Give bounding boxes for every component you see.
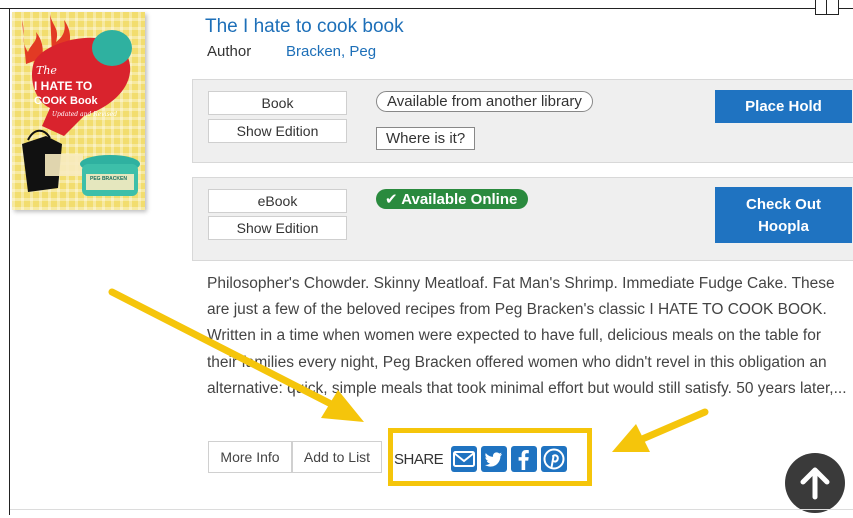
- add-to-list-button[interactable]: Add to List: [292, 441, 382, 473]
- more-info-button[interactable]: More Info: [208, 441, 292, 473]
- frame-left-border: [9, 8, 10, 515]
- check-out-hoopla-button[interactable]: Check Out Hoopla: [715, 187, 852, 243]
- pinterest-icon[interactable]: [541, 446, 567, 472]
- check-out-label: Check Out: [745, 196, 821, 213]
- right-arrow-line: [636, 408, 709, 444]
- availability-status: Available from another library: [376, 91, 593, 112]
- bottom-divider: [10, 509, 853, 510]
- checkmark-icon: ✔: [385, 191, 398, 208]
- format-ebook-button[interactable]: eBook: [208, 189, 347, 213]
- cover-text-line3: COOK Book: [34, 95, 98, 107]
- author-label: Author: [207, 43, 252, 60]
- corner-box: [815, 0, 839, 15]
- where-is-it-button[interactable]: Where is it?: [376, 127, 476, 150]
- facebook-icon[interactable]: [511, 446, 537, 472]
- book-description: Philosopher's Chowder. Skinny Meatloaf. …: [207, 275, 847, 397]
- hoopla-label: Hoopla: [758, 218, 809, 235]
- cover-text-line4: Updated and Revised: [52, 111, 117, 118]
- email-icon[interactable]: [451, 446, 477, 472]
- cover-text-author: PEG BRACKEN: [90, 176, 127, 182]
- share-label: SHARE: [394, 451, 444, 468]
- arrow-up-icon: [800, 467, 830, 500]
- format-panel-ebook: eBook Show Edition ✔ Available Online Ch…: [192, 177, 853, 261]
- book-cover[interactable]: The I HATE TO COOK Book Updated and Revi…: [12, 12, 145, 210]
- scroll-to-top-button[interactable]: [785, 453, 845, 513]
- format-panel-book: Book Show Edition Available from another…: [192, 79, 853, 163]
- book-title-link[interactable]: The I hate to cook book: [205, 16, 404, 38]
- right-arrow-head: [612, 424, 650, 452]
- format-book-button[interactable]: Book: [208, 91, 347, 115]
- twitter-icon[interactable]: [481, 446, 507, 472]
- author-link[interactable]: Bracken, Peg: [286, 43, 376, 60]
- place-hold-button[interactable]: Place Hold: [715, 90, 852, 123]
- available-online-badge: ✔ Available Online: [376, 189, 529, 209]
- show-edition-button[interactable]: Show Edition: [208, 216, 347, 240]
- show-edition-button[interactable]: Show Edition: [208, 119, 347, 143]
- cover-text-the: The: [36, 64, 57, 77]
- available-online-text: Available Online: [401, 191, 518, 208]
- cover-text-line2: I HATE TO: [34, 79, 92, 93]
- frame-top-border: [0, 8, 853, 9]
